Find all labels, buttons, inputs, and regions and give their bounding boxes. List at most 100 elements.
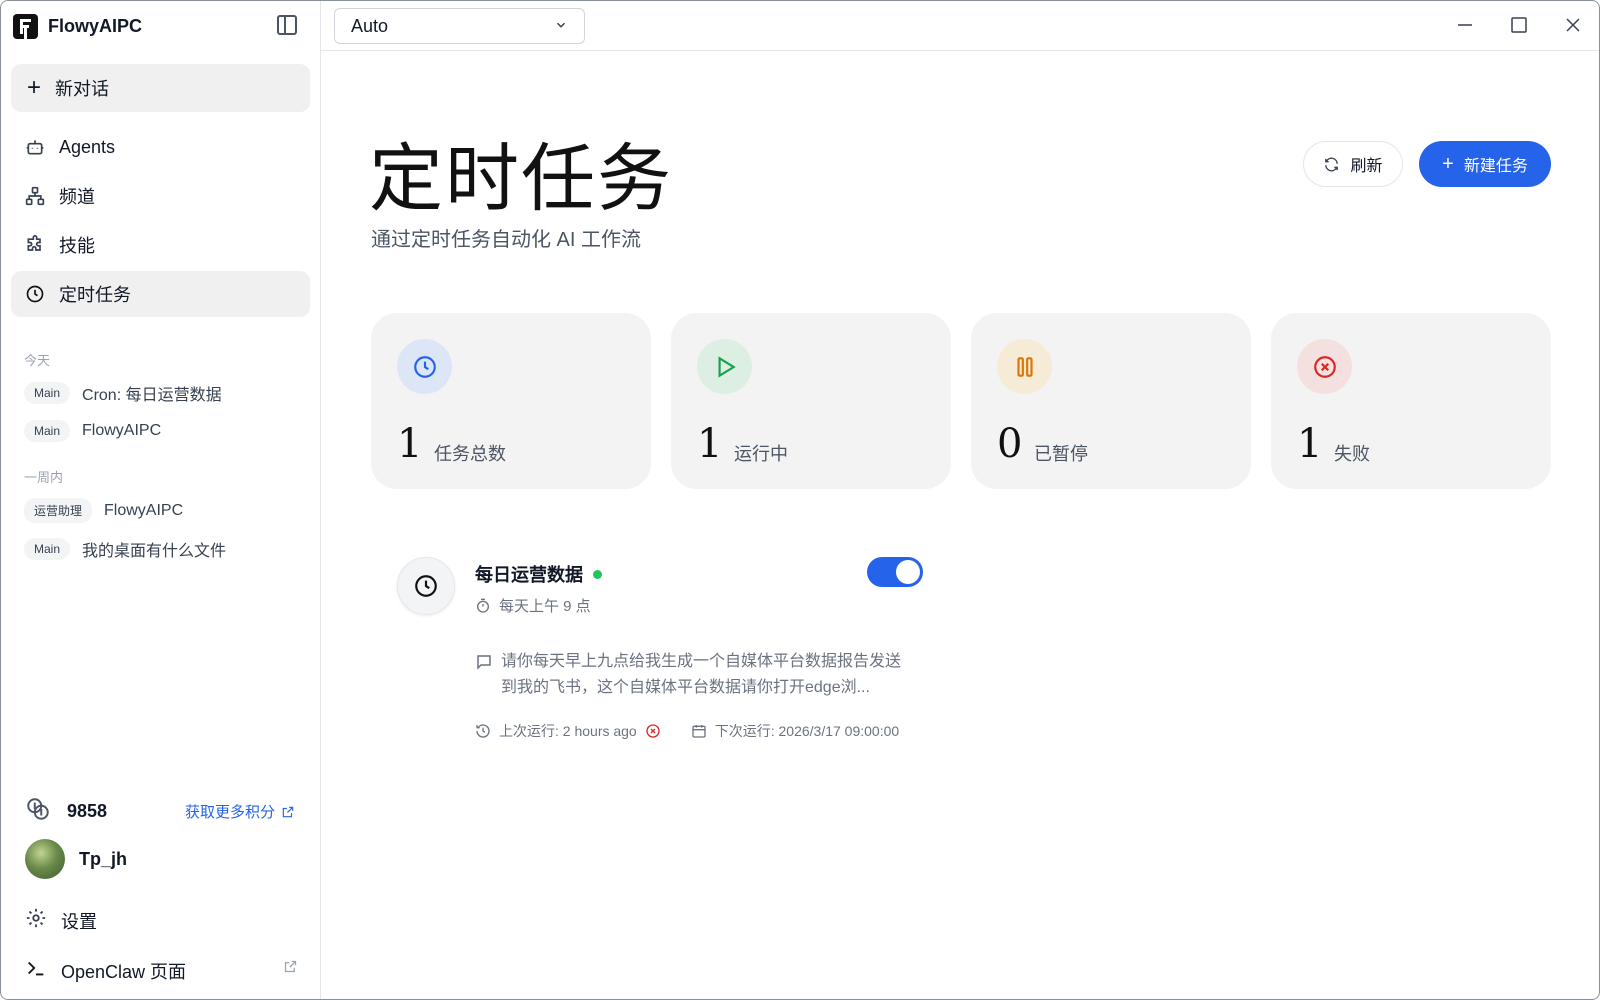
play-icon — [697, 339, 752, 394]
topbar: Auto — [321, 1, 1599, 51]
channel-icon — [25, 186, 45, 206]
sidebar-item-agents[interactable]: Agents — [11, 124, 310, 170]
openclaw-link[interactable]: OpenClaw 页面 — [25, 957, 186, 984]
main-content: 定时任务 通过定时任务自动化 AI 工作流 刷新 + 新建任务 1 任务总数 1 — [321, 51, 1599, 999]
history-icon — [476, 724, 490, 738]
today-section-label: 今天 — [24, 353, 51, 368]
terminal-icon — [25, 957, 47, 984]
get-more-credits-label: 获取更多积分 — [184, 804, 275, 821]
stat-card-total: 1 任务总数 — [371, 313, 651, 489]
sidebar-item-label: 频道 — [59, 187, 95, 207]
message-icon — [477, 655, 491, 670]
user-profile[interactable]: Tp_jh — [25, 839, 127, 879]
clock-icon — [397, 339, 452, 394]
task-enable-toggle[interactable] — [867, 557, 923, 587]
stats-row: 1 任务总数 1 运行中 0 已暂停 1 失败 — [371, 313, 1551, 489]
stat-label: 失败 — [1334, 444, 1370, 464]
chevron-down-icon — [554, 16, 568, 37]
stat-value: 1 — [697, 421, 723, 467]
stat-label: 运行中 — [734, 444, 788, 464]
user-name: Tp_jh — [79, 848, 127, 869]
task-prompt: 请你每天早上九点给我生成一个自媒体平台数据报告发送到我的飞书，这个自媒体平台数据… — [475, 649, 915, 701]
stat-card-failed: 1 失败 — [1271, 313, 1551, 489]
task-schedule-text: 每天上午 9 点 — [499, 598, 591, 615]
settings-label: 设置 — [61, 911, 97, 932]
puzzle-icon — [25, 235, 45, 255]
sidebar-item-skills[interactable]: 技能 — [11, 222, 310, 268]
history-item[interactable]: Main FlowyAIPC — [24, 420, 161, 442]
sidebar: FlowyAIPC + 新对话 Agents 频道 技能 定时任务 今天 Mai… — [1, 1, 321, 999]
calendar-icon — [692, 725, 706, 738]
app-logo-icon — [13, 13, 38, 39]
credits-row: 9858 获取更多积分 — [25, 796, 295, 827]
task-name: 每日运营数据 — [475, 565, 583, 585]
stat-card-running: 1 运行中 — [671, 313, 951, 489]
agent-tag: 运营助理 — [24, 498, 93, 523]
history-title: FlowyAIPC — [82, 422, 162, 439]
brand: FlowyAIPC — [13, 13, 142, 39]
gear-icon — [25, 907, 47, 934]
refresh-button[interactable]: 刷新 — [1303, 141, 1403, 187]
task-title-row: 每日运营数据 — [475, 561, 602, 587]
history-item[interactable]: 运营助理 FlowyAIPC — [24, 498, 183, 523]
sidebar-item-label: Agents — [59, 136, 116, 157]
new-task-label: 新建任务 — [1463, 158, 1528, 175]
maximize-icon[interactable] — [1509, 15, 1529, 35]
history-item[interactable]: Main Cron: 每日运营数据 — [24, 381, 222, 405]
last-run-text: 上次运行: 2 hours ago — [499, 723, 637, 739]
app-name: FlowyAIPC — [48, 15, 143, 36]
stat-label: 任务总数 — [434, 444, 506, 464]
external-link-icon[interactable] — [283, 959, 298, 979]
stat-value: 1 — [1297, 421, 1323, 467]
timer-icon — [477, 598, 489, 613]
pause-icon — [997, 339, 1052, 394]
plus-icon: + — [1442, 153, 1454, 175]
get-more-credits-link[interactable]: 获取更多积分 — [185, 801, 295, 822]
plus-icon: + — [27, 74, 42, 101]
page-title: 定时任务 — [369, 136, 673, 222]
avatar — [25, 839, 65, 879]
stat-value: 0 — [997, 421, 1023, 467]
robot-icon — [25, 137, 45, 157]
new-task-button[interactable]: + 新建任务 — [1419, 141, 1551, 187]
refresh-icon — [1325, 157, 1339, 171]
stat-label: 已暂停 — [1034, 444, 1088, 464]
task-run-meta: 上次运行: 2 hours ago 下次运行: 2026/3/17 09:00:… — [475, 721, 899, 741]
sidebar-item-label: 定时任务 — [59, 285, 131, 305]
page-subtitle: 通过定时任务自动化 AI 工作流 — [371, 229, 642, 251]
status-dot — [593, 569, 602, 579]
history-title: Cron: 每日运营数据 — [82, 387, 222, 404]
settings-button[interactable]: 设置 — [25, 907, 97, 934]
week-section-label: 一周内 — [24, 470, 64, 485]
agent-tag: Main — [24, 382, 71, 404]
refresh-label: 刷新 — [1350, 158, 1383, 175]
credits-value: 9858 — [67, 801, 108, 821]
history-title: 我的桌面有什么文件 — [82, 543, 227, 560]
stat-card-paused: 0 已暂停 — [971, 313, 1251, 489]
minimize-icon[interactable] — [1455, 15, 1475, 35]
history-title: FlowyAIPC — [104, 501, 184, 519]
agent-tag: Main — [24, 538, 71, 560]
clock-icon — [25, 284, 45, 304]
coins-icon — [25, 796, 51, 827]
clock-icon — [397, 557, 455, 615]
stat-value: 1 — [397, 421, 423, 467]
sidebar-item-channels[interactable]: 频道 — [11, 173, 310, 219]
app-window: FlowyAIPC + 新对话 Agents 频道 技能 定时任务 今天 Mai… — [0, 0, 1600, 1000]
history-item[interactable]: Main 我的桌面有什么文件 — [24, 537, 226, 561]
task-schedule: 每天上午 9 点 — [475, 595, 591, 616]
new-chat-button[interactable]: + 新对话 — [11, 64, 310, 112]
x-circle-icon — [646, 724, 660, 738]
external-link-icon — [282, 806, 294, 817]
x-circle-icon — [1297, 339, 1352, 394]
sidebar-collapse-icon[interactable] — [277, 15, 297, 35]
model-select[interactable]: Auto — [334, 8, 585, 44]
next-run-text: 下次运行: 2026/3/17 09:00:00 — [714, 723, 900, 739]
sidebar-item-scheduled-tasks[interactable]: 定时任务 — [11, 271, 310, 317]
model-select-value: Auto — [351, 15, 389, 36]
sidebar-nav: Agents 频道 技能 定时任务 — [11, 124, 310, 320]
agent-tag: Main — [24, 420, 71, 442]
close-icon[interactable] — [1563, 15, 1583, 35]
new-chat-label: 新对话 — [55, 79, 110, 99]
task-prompt-text: 请你每天早上九点给我生成一个自媒体平台数据报告发送到我的飞书，这个自媒体平台数据… — [501, 653, 902, 696]
